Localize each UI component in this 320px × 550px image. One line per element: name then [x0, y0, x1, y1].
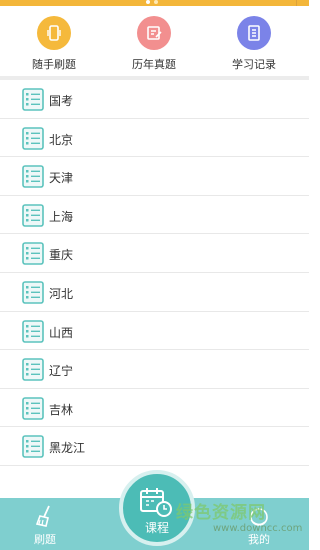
- list-doc-icon: [22, 435, 44, 459]
- quick-action-study-record[interactable]: 学习记录: [214, 16, 294, 72]
- quick-action-label: 随手刷题: [32, 58, 76, 71]
- region-list-item[interactable]: 辽宁: [0, 350, 309, 389]
- quick-actions: 随手刷题 历年真题 学习记录: [0, 6, 309, 76]
- tab-label: 刷题: [34, 533, 56, 546]
- region-list-item[interactable]: 天津: [0, 157, 309, 196]
- region-name: 国考: [49, 94, 74, 108]
- region-list: 国考北京天津上海重庆河北山西辽宁吉林黑龙江: [0, 80, 309, 466]
- list-doc-icon: [22, 165, 44, 188]
- calendar-clock-icon: [140, 488, 172, 517]
- region-list-item[interactable]: 国考: [0, 80, 309, 119]
- region-list-item[interactable]: 吉林: [0, 389, 309, 428]
- region-name: 黑龙江: [49, 441, 86, 456]
- region-name: 上海: [49, 209, 74, 224]
- tab-practice[interactable]: 刷题: [10, 498, 80, 550]
- status-dot: [146, 0, 150, 4]
- quick-action-label: 历年真题: [132, 58, 176, 71]
- watermark-text: 绿色资源网: [176, 503, 266, 523]
- region-list-item[interactable]: 上海: [0, 196, 309, 235]
- list-doc-icon: [22, 358, 44, 381]
- list-doc-icon: [22, 242, 44, 266]
- region-list-item[interactable]: 黑龙江: [0, 427, 309, 466]
- list-doc-icon: [22, 203, 44, 227]
- list-doc-icon: [22, 126, 44, 150]
- exam-paper-icon: [137, 16, 171, 50]
- quick-action-past-exams[interactable]: 历年真题: [114, 16, 194, 72]
- region-name: 天津: [49, 171, 74, 186]
- quick-action-practice[interactable]: 随手刷题: [14, 16, 94, 72]
- region-list-item[interactable]: 北京: [0, 119, 309, 158]
- region-name: 重庆: [49, 248, 74, 263]
- list-doc-icon: [22, 396, 44, 420]
- region-name: 河北: [49, 286, 74, 301]
- region-name: 山西: [49, 325, 74, 340]
- region-name: 北京: [49, 132, 74, 147]
- region-list-item[interactable]: 山西: [0, 312, 309, 351]
- status-dot: [154, 0, 158, 4]
- list-doc-icon: [22, 319, 44, 343]
- watermark-url: www.downcc.com: [213, 523, 303, 534]
- region-list-item[interactable]: 河北: [0, 273, 309, 312]
- phone-icon: [37, 16, 71, 50]
- record-icon: [237, 16, 271, 50]
- list-doc-icon: [22, 281, 44, 304]
- list-doc-icon: [22, 88, 44, 111]
- quick-action-label: 学习记录: [232, 58, 276, 71]
- region-name: 吉林: [49, 402, 74, 417]
- broom-icon: [35, 505, 50, 527]
- region-list-item[interactable]: 重庆: [0, 234, 309, 273]
- region-name: 辽宁: [49, 364, 74, 379]
